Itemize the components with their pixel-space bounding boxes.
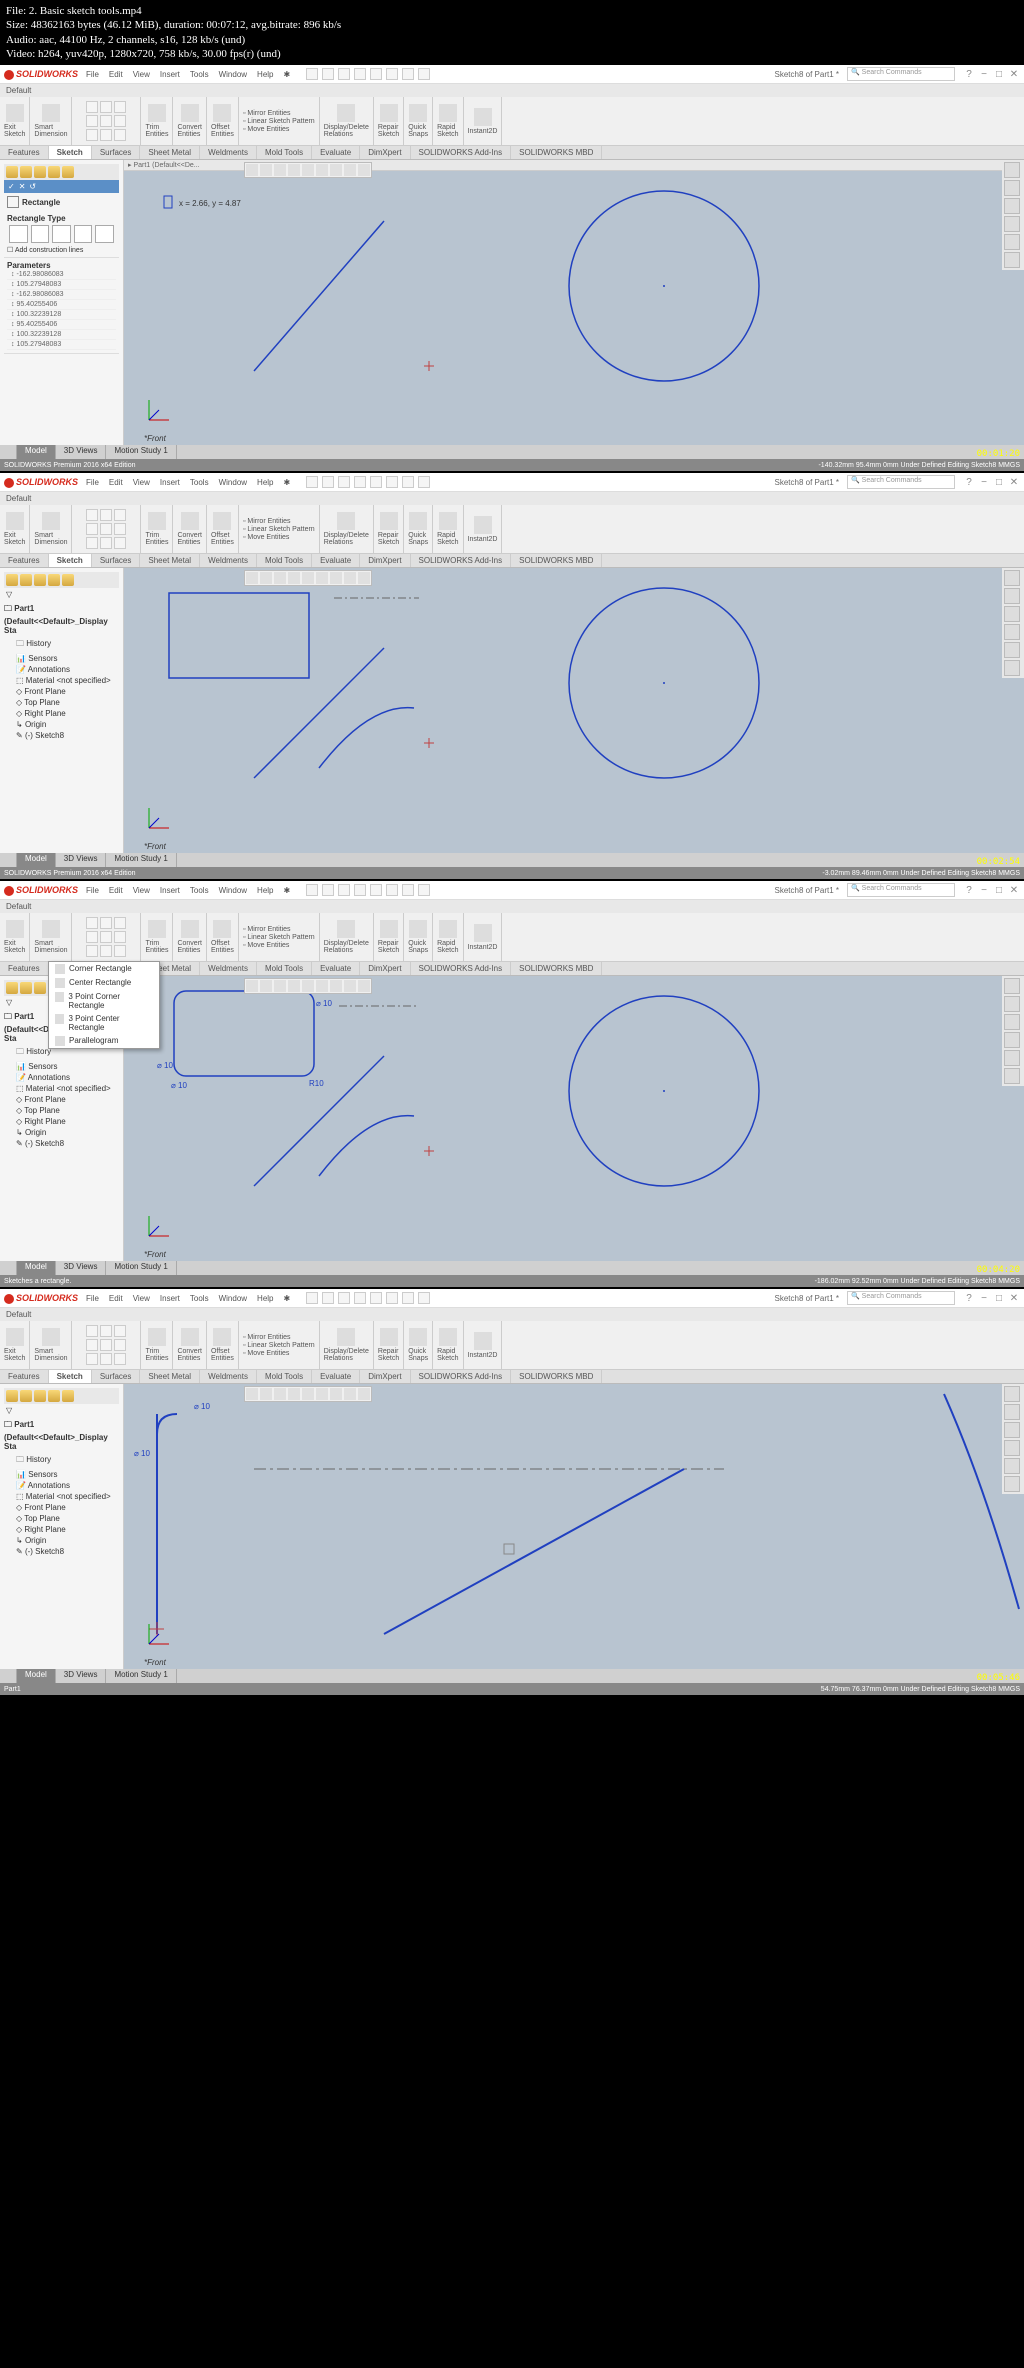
convert-icon [181,104,199,122]
heads-up-toolbar[interactable] [1002,160,1024,270]
svg-text:R10: R10 [309,1079,324,1088]
search-input[interactable]: 🔍 Search Commands [847,67,955,81]
instant-icon [474,108,492,126]
frame-3: SOLIDWORKSFileEditViewInsertToolsWindowH… [0,881,1024,1287]
app-logo: SOLIDWORKS [4,69,78,80]
feature-tree[interactable]: ▽ 🗀 Part1 (Default<<Default>_Display Sta… [0,1384,124,1669]
view-triad [144,395,174,425]
frame-2: SOLIDWORKSFileEditViewInsertToolsWindowH… [0,473,1024,879]
svg-text:⌀ 10: ⌀ 10 [316,999,332,1008]
svg-text:⌀ 10: ⌀ 10 [194,1402,210,1411]
config-bar: Default [0,84,1024,97]
feature-tree[interactable]: ▽ 🗀 Part1 (Default<<Default>_Display Sta… [0,568,124,853]
svg-text:⌀ 10: ⌀ 10 [157,1061,173,1070]
file-info: File: 2. Basic sketch tools.mp4 Size: 48… [0,0,1024,65]
display-icon [337,104,355,122]
sketch-canvas[interactable]: ▸ Part1 (Default<<De... x = 2.66, y = 4.… [124,160,1024,445]
bottom-tabs[interactable]: Model3D ViewsMotion Study 1 [0,445,1024,459]
frame-4: SOLIDWORKSFileEditViewInsertToolsWindowH… [0,1289,1024,1695]
quick-toolbar[interactable] [306,68,430,80]
menubar: SOLIDWORKS FileEditViewInsertToolsWindow… [0,65,1024,84]
sketch-canvas[interactable]: *Front [124,568,1024,853]
rapid-icon [439,104,457,122]
svg-text:⌀ 10: ⌀ 10 [171,1081,187,1090]
menu-items[interactable]: FileEditViewInsertToolsWindowHelp✱ [86,70,290,79]
exit-sketch-icon [6,104,24,122]
close-icon[interactable]: ✕ [19,182,26,191]
offset-icon [213,104,231,122]
ribbon[interactable]: Exit Sketch Smart Dimension Trim Entitie… [0,97,1024,146]
command-tabs[interactable]: FeaturesSketchSurfacesSheet MetalWeldmen… [0,146,1024,160]
rectangle-dropdown[interactable]: Corner Rectangle Center Rectangle 3 Poin… [48,961,160,1049]
coord-readout: x = 2.66, y = 4.87 [179,199,241,208]
sketch-canvas[interactable]: ⌀ 10 ⌀ 10 *Front [124,1384,1024,1669]
sketch-canvas[interactable]: ⌀ 10 ⌀ 10 ⌀ 10 ⌀ 10 ⌀ 10 R10 *Front [124,976,1024,1261]
doc-title: Sketch8 of Part1 * [775,70,839,79]
check-icon[interactable]: ✓ [8,182,15,191]
property-panel[interactable]: ✓✕↺ Rectangle Rectangle Type☐ Add constr… [0,160,124,445]
svg-text:⌀ 10: ⌀ 10 [134,1449,150,1458]
timestamp: 00:01:20 [977,449,1020,459]
window-controls[interactable]: ?−□✕ [963,68,1020,80]
quick-icon [409,104,427,122]
repair-icon [380,104,398,122]
statusbar: SOLIDWORKS Premium 2016 x64 Edition-140.… [0,459,1024,471]
smart-dim-icon [42,104,60,122]
trim-icon [148,104,166,122]
frame-1: SOLIDWORKS FileEditViewInsertToolsWindow… [0,65,1024,471]
